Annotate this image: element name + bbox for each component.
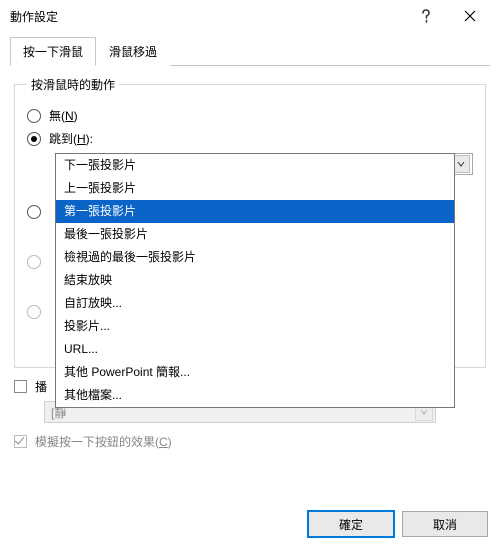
radio-run-program[interactable] [27, 205, 41, 219]
radio-object-action[interactable] [27, 305, 41, 319]
list-item[interactable]: 檢視過的最後一張投影片 [56, 246, 454, 269]
tab-hover[interactable]: 滑鼠移過 [96, 37, 170, 66]
list-item[interactable]: 結束放映 [56, 269, 454, 292]
close-button[interactable] [448, 1, 492, 31]
cancel-button[interactable]: 取消 [402, 511, 488, 537]
help-icon [421, 9, 431, 23]
group-legend: 按滑鼠時的動作 [27, 76, 119, 93]
list-item[interactable]: 上一張投影片 [56, 177, 454, 200]
radio-hyperlink-label: 跳到(H): [49, 130, 93, 147]
list-item[interactable]: 其他檔案... [56, 384, 454, 407]
list-item[interactable]: 其他 PowerPoint 簡報... [56, 361, 454, 384]
list-item[interactable]: 最後一張投影片 [56, 223, 454, 246]
list-item[interactable]: 下一張投影片 [56, 154, 454, 177]
radio-hyperlink[interactable] [27, 132, 41, 146]
play-sound-checkbox[interactable] [14, 380, 27, 393]
list-item[interactable]: 投影片... [56, 315, 454, 338]
radio-none-label: 無(N) [49, 107, 78, 124]
radio-run-macro[interactable] [27, 255, 41, 269]
hyperlink-dropdown[interactable]: 下一張投影片 上一張投影片 第一張投影片 最後一張投影片 檢視過的最後一張投影片… [55, 153, 455, 408]
close-icon [464, 10, 476, 22]
simulate-checkbox [14, 435, 27, 448]
list-item[interactable]: 自訂放映... [56, 292, 454, 315]
tab-click[interactable]: 按一下滑鼠 [10, 37, 96, 66]
help-button[interactable] [404, 1, 448, 31]
tab-strip: 按一下滑鼠 滑鼠移過 [10, 36, 490, 66]
simulate-label: 模擬按一下按鈕的效果(C) [35, 433, 172, 450]
radio-none[interactable] [27, 109, 41, 123]
list-item[interactable]: 第一張投影片 [56, 200, 454, 223]
ok-button[interactable]: 確定 [308, 511, 394, 537]
dialog-title: 動作設定 [10, 8, 404, 25]
play-sound-label: 播 [35, 378, 47, 395]
list-item[interactable]: URL... [56, 338, 454, 361]
